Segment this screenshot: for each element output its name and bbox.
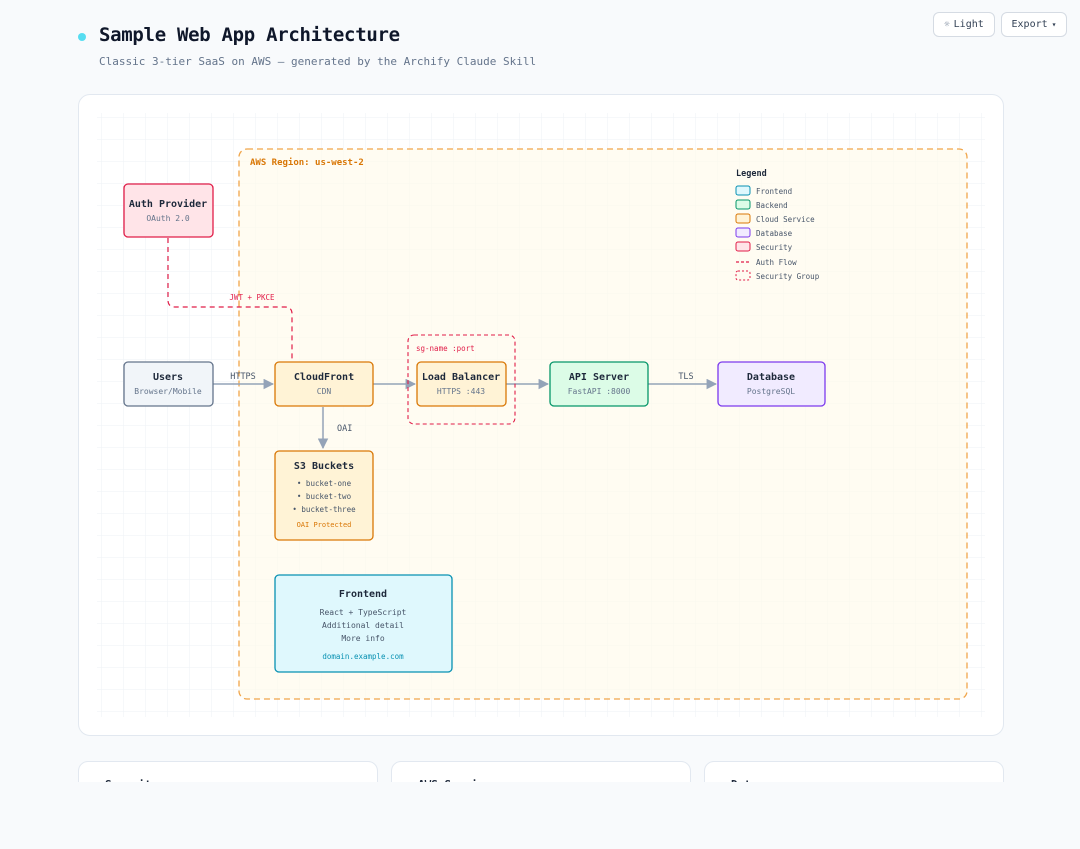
legend-item: Database xyxy=(756,229,793,238)
legend-swatch-cloud-service xyxy=(735,213,751,224)
users-node[interactable] xyxy=(123,361,214,407)
database-title: Database xyxy=(747,372,795,383)
database-node[interactable] xyxy=(717,361,826,407)
s3-buckets-note: OAI Protected xyxy=(297,521,352,529)
aws-region-label: AWS Region: us-west-2 xyxy=(250,157,364,168)
load-balancer-sub: HTTPS :443 xyxy=(437,387,485,396)
frontend-link[interactable]: domain.example.com xyxy=(322,652,404,661)
legend-item: Auth Flow xyxy=(756,258,797,267)
s3-bucket-item: • bucket-one xyxy=(297,479,352,488)
legend-swatch-database xyxy=(735,227,751,238)
security-group-label: sg-name :port xyxy=(416,344,475,353)
cloudfront-node[interactable] xyxy=(274,361,374,407)
auth-provider-title: Auth Provider xyxy=(129,198,207,210)
page-subtitle: Classic 3-tier SaaS on AWS — generated b… xyxy=(99,55,537,68)
frontend-line: Additional detail xyxy=(322,621,404,630)
architecture-diagram: AWS Region: us-west-2 JWT + PKCE HTTPS T… xyxy=(97,113,985,717)
export-button[interactable]: Export ▾ xyxy=(1001,12,1067,37)
s3-buckets-title: S3 Buckets xyxy=(294,461,354,472)
legend-swatch-backend xyxy=(735,199,751,210)
legend-title: Legend xyxy=(736,169,767,179)
load-balancer-title: Load Balancer xyxy=(422,372,500,383)
api-server-sub: FastAPI :8000 xyxy=(568,387,631,396)
frontend-line: React + TypeScript xyxy=(320,608,407,617)
s3-bucket-item: • bucket-three xyxy=(292,505,356,514)
api-server-title: API Server xyxy=(569,372,629,383)
diagram-card: AWS Region: us-west-2 JWT + PKCE HTTPS T… xyxy=(78,94,1004,736)
legend-item: Cloud Service xyxy=(756,215,815,224)
auth-flow-label: JWT + PKCE xyxy=(229,293,275,302)
cloudfront-sub: CDN xyxy=(317,387,332,396)
s3-bucket-item: • bucket-two xyxy=(297,492,352,501)
theme-toggle-label: Light xyxy=(953,19,984,30)
api-server-node[interactable] xyxy=(549,361,649,407)
users-sub: Browser/Mobile xyxy=(134,387,202,396)
sun-icon: ☼ xyxy=(944,19,950,30)
page-title: Sample Web App Architecture xyxy=(99,24,400,46)
page-bottom-mask xyxy=(0,782,1080,849)
legend-item: Security Group xyxy=(756,272,820,281)
legend-item: Security xyxy=(756,243,793,252)
users-title: Users xyxy=(153,372,183,383)
theme-toggle-button[interactable]: ☼ Light xyxy=(933,12,995,37)
title-dot xyxy=(78,33,86,41)
auth-provider-node[interactable] xyxy=(123,183,214,238)
legend-swatch-frontend xyxy=(735,185,751,196)
frontend-title: Frontend xyxy=(339,589,387,600)
cloudfront-to-s3-label: OAI xyxy=(337,424,352,434)
users-to-cloudfront-label: HTTPS xyxy=(230,372,256,382)
api-to-db-label: TLS xyxy=(678,372,693,382)
frontend-line: More info xyxy=(341,634,385,643)
legend-item: Frontend xyxy=(756,187,792,196)
load-balancer-node[interactable] xyxy=(416,361,507,407)
database-sub: PostgreSQL xyxy=(747,387,795,396)
legend-swatch-security xyxy=(735,241,751,252)
chevron-down-icon: ▾ xyxy=(1051,20,1057,29)
cloudfront-title: CloudFront xyxy=(294,372,354,383)
auth-provider-sub: OAuth 2.0 xyxy=(146,214,190,223)
export-label: Export xyxy=(1011,19,1048,30)
legend-item: Backend xyxy=(756,201,788,210)
